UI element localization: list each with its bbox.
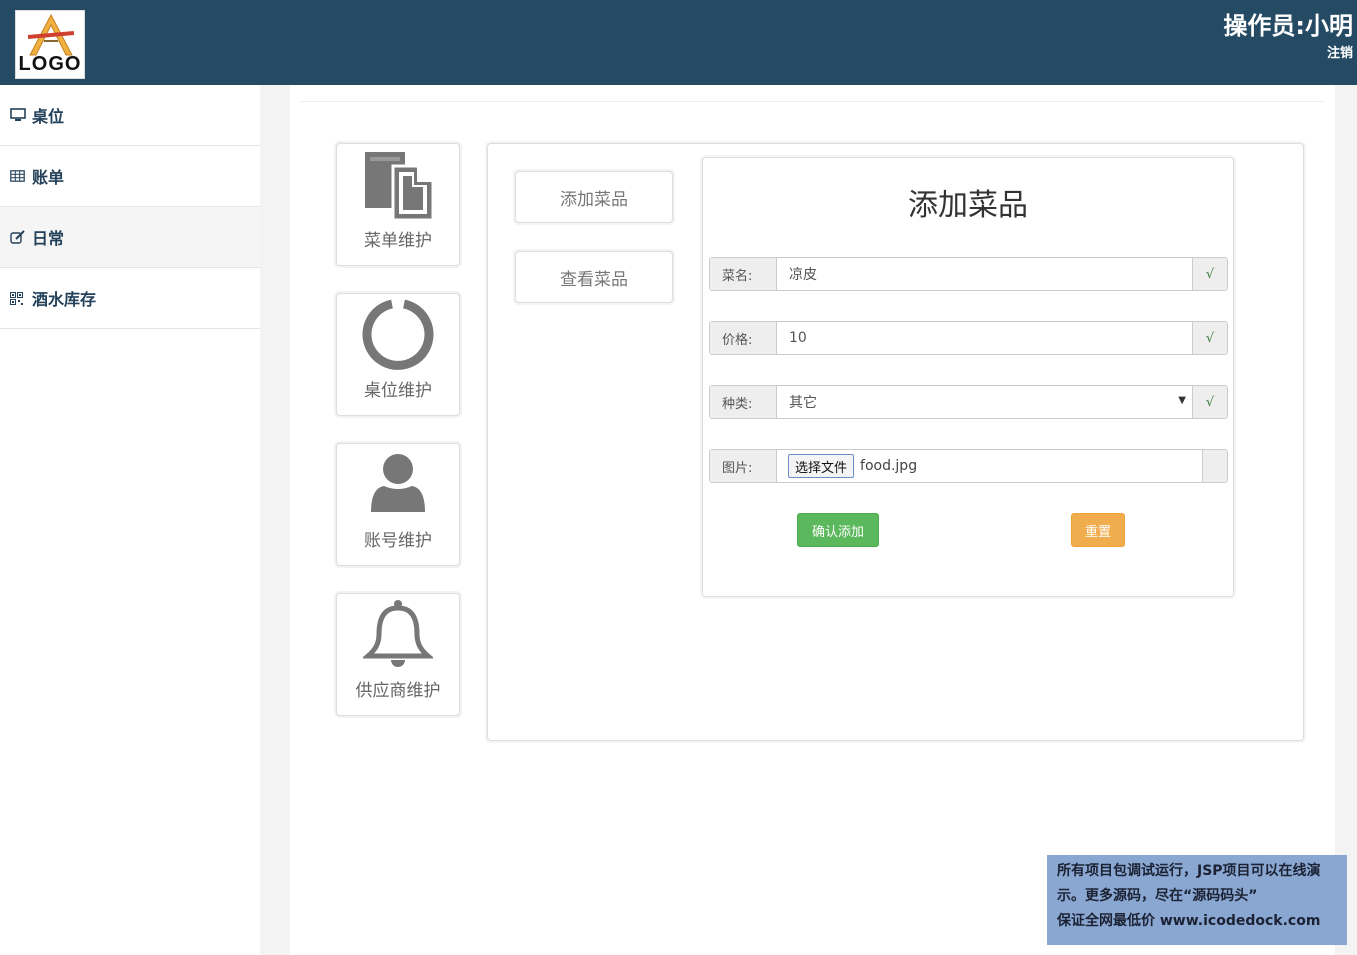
category-selected-value: 其它 [789,395,817,411]
sidebar-item-label: 酒水库存 [32,290,97,309]
name-label: 菜名: [710,258,777,290]
watermark-line: 示。更多源码，尽在“源码码头” [1057,888,1258,904]
add-dish-button[interactable]: 添加菜品 [515,171,673,223]
image-file-input: 选择文件 food.jpg [777,450,1202,482]
logo[interactable]: LOGO [15,10,85,79]
choose-file-button[interactable]: 选择文件 [788,454,855,478]
sidebar-item-daily[interactable]: 日常 [0,207,260,268]
image-input-group: 图片: 选择文件 food.jpg [709,449,1228,483]
category-label: 种类: [710,386,777,418]
category-input-group: 种类: 其它 ▼ √ [709,385,1228,419]
tile-label: 桌位维护 [364,381,432,401]
image-label: 图片: [710,450,777,482]
watermark-line: 所有项目包调试运行，JSP项目可以在线演 [1057,863,1321,879]
sidebar-item-drinks-stock[interactable]: 酒水库存 [0,268,260,329]
sidebar-item-bills[interactable]: 账单 [0,146,260,207]
tile-label: 菜单维护 [364,231,432,251]
table-icon [10,170,32,182]
tile-account-maintenance[interactable]: 账号维护 [336,443,460,566]
watermark-banner: 所有项目包调试运行，JSP项目可以在线演 示。更多源码，尽在“源码码头” 保证全… [1047,855,1347,945]
sidebar-item-label: 日常 [32,229,65,248]
watermark-line: 保证全网最低价 www.icodedock.com [1057,913,1321,929]
divider [300,101,1325,102]
price-label: 价格: [710,322,777,354]
image-addon-blank [1202,450,1227,482]
chevron-down-icon: ▼ [1178,395,1186,406]
qrcode-icon [10,291,32,305]
tile-menu-maintenance[interactable]: 菜单维护 [336,143,460,266]
tile-label: 供应商维护 [355,681,441,701]
file-name: food.jpg [860,458,918,474]
ring-icon [362,299,434,370]
view-dishes-button[interactable]: 查看菜品 [515,251,673,303]
logout-link[interactable]: 注销 [1327,42,1353,61]
reset-button[interactable]: 重置 [1071,513,1125,547]
tile-table-maintenance[interactable]: 桌位维护 [336,293,460,416]
sidebar-item-tables[interactable]: 桌位 [0,85,260,146]
main-panel: 菜单维护 桌位维护 账号维护 供应商维护 添加菜品 查看菜品 添加菜品 菜名: … [290,85,1335,955]
user-icon [371,454,425,512]
logo-text: LOGO [18,53,82,75]
logo-icon [27,13,75,56]
tile-supplier-maintenance[interactable]: 供应商维护 [336,593,460,716]
form-title: 添加菜品 [908,188,1028,223]
sidebar-item-label: 桌位 [32,107,65,126]
top-header: LOGO 操作员:小明 注销 [0,0,1357,85]
category-select[interactable]: 其它 ▼ [777,386,1192,418]
name-input-group: 菜名: 凉皮 √ [709,257,1228,291]
name-valid-check: √ [1192,258,1227,290]
price-valid-check: √ [1192,322,1227,354]
edit-icon [10,230,32,244]
content-panel: 添加菜品 查看菜品 添加菜品 菜名: 凉皮 √ 价格: 10 √ 种类: 其它 … [487,143,1304,741]
name-input[interactable]: 凉皮 [777,258,1192,290]
price-input-group: 价格: 10 √ [709,321,1228,355]
tile-label: 账号维护 [364,531,432,551]
sidebar: 桌位 账单 日常 酒水库存 [0,85,260,955]
document-icon [365,152,433,220]
add-dish-form: 添加菜品 菜名: 凉皮 √ 价格: 10 √ 种类: 其它 ▼ √ 图片: 选择… [702,157,1234,597]
sidebar-item-label: 账单 [32,168,65,187]
monitor-icon [10,108,32,122]
confirm-add-button[interactable]: 确认添加 [797,513,879,547]
operator-name: 操作员:小明 [1223,12,1353,40]
category-valid-check: √ [1192,386,1227,418]
price-input[interactable]: 10 [777,322,1192,354]
bell-icon [363,600,433,667]
